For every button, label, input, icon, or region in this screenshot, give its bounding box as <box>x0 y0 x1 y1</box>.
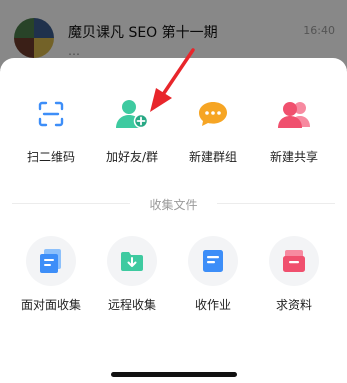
annotation-arrow-icon <box>150 48 195 112</box>
